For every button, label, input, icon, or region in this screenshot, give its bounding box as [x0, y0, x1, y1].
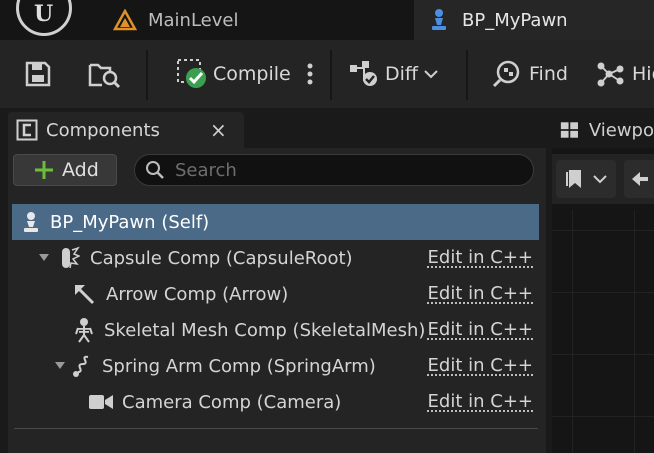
find-icon [492, 60, 520, 88]
skeleton-icon [75, 318, 93, 343]
tree-row-label: BP_MyPawn (Self) [50, 211, 210, 233]
collapse-arrow-icon[interactable] [54, 361, 66, 371]
hierarchy-icon [597, 62, 624, 87]
search-input[interactable] [175, 159, 505, 181]
bookmark-dropdown-button[interactable] [556, 160, 616, 198]
capsule-component-icon [62, 246, 80, 269]
save-button[interactable] [24, 52, 56, 96]
edit-in-cpp-link[interactable]: Edit in C++ [428, 355, 533, 376]
tab-bp-mypawn[interactable]: BP_MyPawn [414, 0, 654, 40]
pawn-icon [24, 212, 38, 232]
pawn-icon [424, 5, 454, 35]
viewport-grid [552, 210, 654, 453]
diff-icon [350, 61, 377, 86]
tree-row-label: Arrow Comp (Arrow) [106, 283, 289, 305]
collapse-arrow-icon[interactable] [38, 253, 50, 263]
edit-in-cpp-link[interactable]: Edit in C++ [428, 319, 533, 340]
tree-row-label: Spring Arm Comp (SpringArm) [102, 355, 376, 377]
save-icon [25, 61, 51, 87]
tree-row-arrow[interactable]: Arrow Comp (Arrow) Edit in C++ [12, 276, 539, 312]
diff-button[interactable]: Diff [348, 52, 443, 96]
tree-row-camera[interactable]: Camera Comp (Camera) Edit in C++ [12, 384, 539, 420]
tab-main-level[interactable]: MainLevel [100, 0, 410, 40]
tree-row-label: Camera Comp (Camera) [122, 391, 342, 413]
toolbar-separator [330, 50, 332, 100]
edit-in-cpp-link[interactable]: Edit in C++ [428, 283, 533, 304]
spring-arm-icon [73, 355, 89, 377]
chevron-down-icon [424, 70, 438, 79]
tab-bp-label: BP_MyPawn [462, 9, 568, 31]
close-icon[interactable]: × [210, 118, 227, 142]
viewport-tab[interactable]: Viewpo [552, 112, 654, 148]
compile-button[interactable]: Compile [176, 52, 291, 96]
bookmark-icon [566, 170, 581, 188]
edit-in-cpp-link[interactable]: Edit in C++ [428, 247, 533, 268]
plus-icon [35, 161, 53, 179]
search-icon [146, 161, 164, 179]
tree-row-spring-arm[interactable]: Spring Arm Comp (SpringArm) Edit in C++ [12, 348, 539, 384]
compile-icon [177, 59, 206, 88]
arrow-component-icon [75, 285, 95, 305]
tree-row-label: Skeletal Mesh Comp (SkeletalMesh) [104, 319, 426, 341]
components-title: Components [46, 119, 160, 141]
tree-row-skeletal-mesh[interactable]: Skeletal Mesh Comp (SkeletalMesh) Edit i… [12, 312, 539, 348]
compile-options-button[interactable] [304, 52, 316, 96]
compile-label: Compile [213, 63, 291, 85]
viewport-arrow-button[interactable] [624, 160, 654, 198]
components-panel-tab[interactable]: Components × [8, 112, 244, 148]
toolbar-separator [466, 50, 468, 100]
toolbar-separator [146, 50, 148, 100]
tree-bottom-divider [14, 428, 538, 429]
tab-main-level-label: MainLevel [148, 9, 239, 31]
hide-button[interactable]: Hid [596, 52, 654, 96]
chevron-down-icon [593, 175, 607, 184]
hide-label: Hid [632, 63, 654, 85]
find-label: Find [529, 63, 568, 85]
tree-row-label: Capsule Comp (CapsuleRoot) [90, 247, 353, 269]
add-label: Add [62, 159, 99, 181]
folder-search-icon [88, 63, 121, 89]
components-icon [16, 119, 38, 141]
add-component-button[interactable]: Add [13, 154, 117, 186]
components-search[interactable] [134, 154, 534, 186]
edit-in-cpp-link[interactable]: Edit in C++ [428, 391, 533, 412]
find-button[interactable]: Find [492, 52, 572, 96]
more-vertical-icon [307, 63, 313, 85]
camera-icon [89, 395, 113, 409]
diff-label: Diff [385, 63, 418, 85]
viewport-tab-label: Viewpo [588, 119, 654, 141]
level-icon [110, 5, 140, 35]
tree-row-self[interactable]: BP_MyPawn (Self) [12, 204, 539, 240]
viewport-icon [560, 122, 578, 138]
tree-row-capsule[interactable]: Capsule Comp (CapsuleRoot) Edit in C++ [12, 240, 539, 276]
browse-button[interactable] [88, 52, 124, 96]
arrow-left-icon [632, 172, 648, 186]
